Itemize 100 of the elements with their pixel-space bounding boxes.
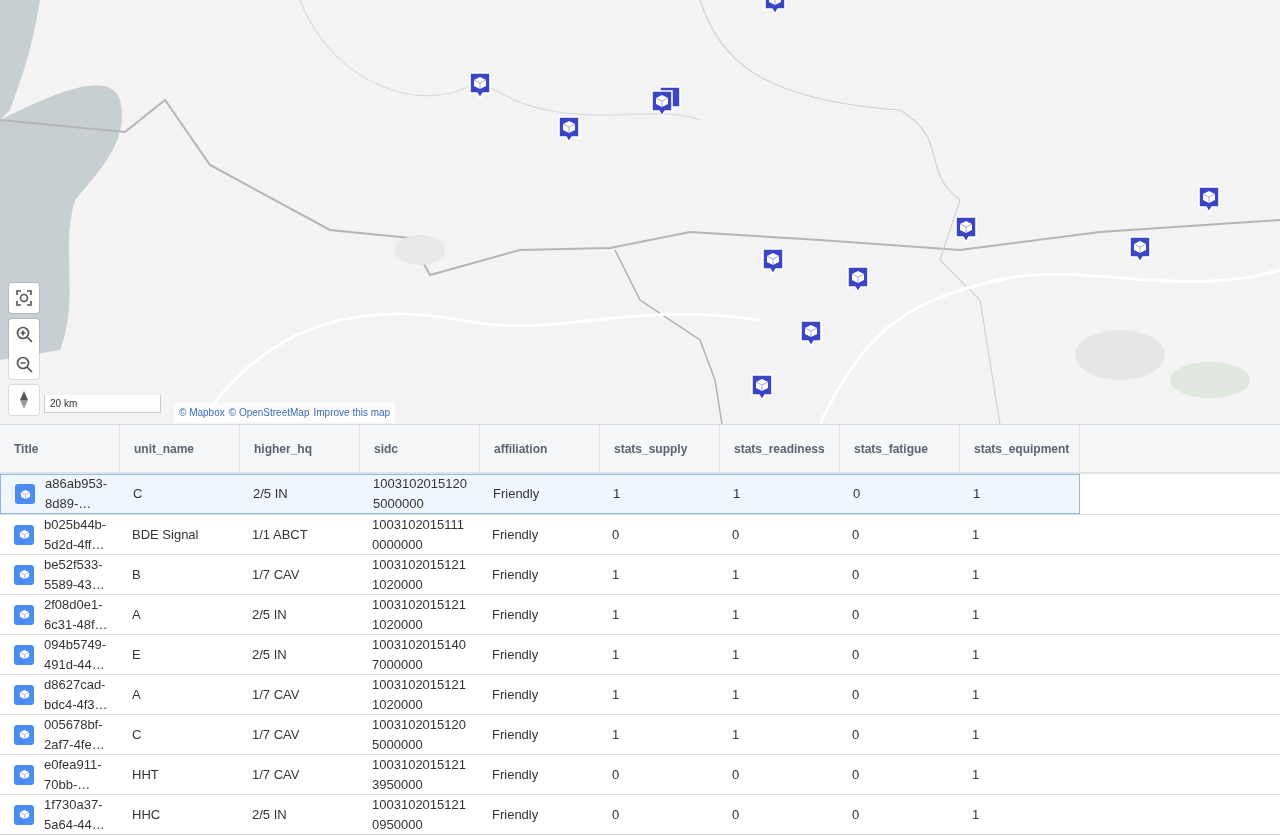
- attribution-link[interactable]: © OpenStreetMap: [228, 403, 310, 423]
- table-cell-text: 1: [612, 685, 620, 704]
- table-cell-text: Friendly: [492, 725, 539, 744]
- table-row[interactable]: a86ab953-8d89-… C 2/5 IN 10031020151205000000 Friendly 1 1 0 1: [0, 474, 1080, 514]
- table-row[interactable]: b025b44b-5d2d-4ff… BDE Signal 1/1 ABCT 10031020151110000000 Friendly 0 0 0 1: [0, 515, 1080, 554]
- table-cell-text: Friendly: [493, 485, 540, 503]
- table-cell-text: 1/1 ABCT: [252, 525, 308, 544]
- table-cell-text: 1/7 CAV: [252, 685, 300, 704]
- unit-icon: [14, 604, 34, 625]
- table-cell-text: 10031020151407000000: [372, 635, 467, 674]
- table-cell-text: HHT: [132, 765, 159, 784]
- table-cell-text: 0: [852, 645, 860, 664]
- zoom-out-icon: [15, 355, 33, 373]
- table-cell-text: 1: [972, 565, 980, 584]
- column-header[interactable]: stats_supply: [614, 439, 688, 458]
- table-cell-text: d8627cad-bdc4-4f3…: [44, 675, 108, 714]
- table-cell-text: b025b44b-5d2d-4ff…: [44, 515, 107, 554]
- table-cell-text: 0: [732, 525, 740, 544]
- table-cell-text: 1/7 CAV: [252, 725, 300, 744]
- table-cell-text: 1: [732, 565, 740, 584]
- table-cell-text: 005678bf-2af7-4fe…: [44, 715, 105, 754]
- column-header[interactable]: stats_equipment: [974, 439, 1070, 458]
- fit-bounds-icon: [16, 290, 32, 306]
- table-row[interactable]: d8627cad-bdc4-4f3… A 1/7 CAV 10031020151211020000 Friendly 1 1 0 1: [0, 675, 1080, 714]
- table-cell-text: 0: [852, 765, 860, 784]
- table-cell-text: 1: [972, 525, 980, 544]
- stacked-markers-icon[interactable]: [651, 86, 681, 117]
- table-cell-text: 10031020151211020000: [372, 555, 467, 594]
- table-cell-text: 1/7 CAV: [252, 765, 300, 784]
- unit-icon: [14, 724, 34, 745]
- table-cell-text: 10031020151205000000: [372, 715, 467, 754]
- table-cell-text: 0: [852, 605, 860, 624]
- table-cell-text: 0: [732, 805, 740, 824]
- table-row[interactable]: 005678bf-2af7-4fe… C 1/7 CAV 10031020151205000000 Friendly 1 1 0 1: [0, 715, 1080, 754]
- table-cell-text: 0: [612, 525, 620, 544]
- unit-icon: [14, 644, 34, 665]
- column-header[interactable]: higher_hq: [254, 439, 312, 458]
- table-cell-text: Friendly: [492, 645, 539, 664]
- table-cell-text: 0: [852, 525, 860, 544]
- table-cell-text: 0: [612, 765, 620, 784]
- table-row[interactable]: e0fea911-70bb-… HHT 1/7 CAV 10031020151213950000 Friendly 0 0 0 1: [0, 755, 1080, 794]
- column-header[interactable]: stats_fatigue: [854, 439, 929, 458]
- table-cell-text: 0: [852, 725, 860, 744]
- table-cell-text: 0: [853, 485, 861, 503]
- column-header[interactable]: stats_readiness: [734, 439, 825, 458]
- table-cell-text: 10031020151210950000: [372, 795, 467, 834]
- table-cell-text: E: [132, 645, 141, 664]
- table-cell-text: Friendly: [492, 685, 539, 704]
- compass-icon: [20, 391, 28, 409]
- table-cell-text: 0: [852, 565, 860, 584]
- table-cell-text: 10031020151211020000: [372, 595, 467, 634]
- table-cell-text: 10031020151211020000: [372, 675, 467, 714]
- table-cell-text: 10031020151213950000: [372, 755, 467, 794]
- table-cell-text: 1: [612, 565, 620, 584]
- table-cell-text: be52f533-5589-43…: [44, 555, 105, 594]
- column-header[interactable]: unit_name: [134, 439, 194, 458]
- table-cell-text: 1: [972, 805, 980, 824]
- table-cell-text: 1: [972, 725, 980, 744]
- table-cell-text: C: [133, 485, 143, 503]
- table-cell-text: C: [132, 725, 142, 744]
- table-cell-text: 1: [732, 725, 740, 744]
- column-header[interactable]: affiliation: [494, 439, 548, 458]
- table-row[interactable]: 2f08d0e1-6c31-48f… A 2/5 IN 10031020151211020000 Friendly 1 1 0 1: [0, 595, 1080, 634]
- table-cell-text: 0: [732, 765, 740, 784]
- table-cell-text: 1: [972, 645, 980, 664]
- table-row[interactable]: be52f533-5589-43… B 1/7 CAV 10031020151211020000 Friendly 1 1 0 1: [0, 555, 1080, 594]
- table-cell-text: 1: [972, 765, 980, 784]
- unit-icon: [14, 564, 34, 585]
- table-cell-text: 1: [612, 645, 620, 664]
- table-cell-text: 094b5749-491d-44…: [44, 635, 107, 674]
- column-header[interactable]: sidc: [374, 439, 398, 458]
- table-cell-text: 1/7 CAV: [252, 565, 300, 584]
- table-cell-text: Friendly: [492, 525, 539, 544]
- unit-icon: [14, 764, 34, 785]
- unit-icon: [14, 684, 34, 705]
- table-row[interactable]: 094b5749-491d-44… E 2/5 IN 10031020151407000000 Friendly 1 1 0 1: [0, 635, 1080, 674]
- table-cell-text: 10031020151110000000: [372, 515, 466, 554]
- table-cell-text: 2/5 IN: [253, 485, 288, 503]
- attribution-link[interactable]: © Mapbox: [179, 403, 225, 423]
- table-row[interactable]: 1f730a37-5a64-44… HHC 2/5 IN 10031020151210950000 Friendly 0 0 0 1: [0, 795, 1080, 834]
- table-cell-text: 1: [973, 485, 981, 503]
- scale-bar: 20 km: [44, 395, 161, 413]
- table-cell-text: A: [132, 605, 141, 624]
- attribution-link[interactable]: Improve this map: [313, 403, 391, 423]
- table-cell-text: a86ab953-8d89-…: [45, 475, 108, 513]
- zoom-in-icon: [15, 325, 33, 343]
- table-cell-text: 1f730a37-5a64-44…: [44, 795, 105, 834]
- table-cell-text: 10031020151205000000: [373, 475, 468, 513]
- table-cell-text: 2/5 IN: [252, 805, 287, 824]
- table-cell-text: A: [132, 685, 141, 704]
- unit-icon: [14, 524, 34, 545]
- table-cell-text: 0: [852, 685, 860, 704]
- column-header[interactable]: Title: [14, 439, 39, 458]
- table-cell-text: BDE Signal: [132, 525, 199, 544]
- table-cell-text: 2/5 IN: [252, 645, 287, 664]
- table-cell-text: 1: [613, 485, 621, 503]
- table-cell-text: Friendly: [492, 565, 539, 584]
- table-cell-text: 1: [732, 685, 740, 704]
- table-cell-text: Friendly: [492, 805, 539, 824]
- unit-icon: [15, 484, 35, 504]
